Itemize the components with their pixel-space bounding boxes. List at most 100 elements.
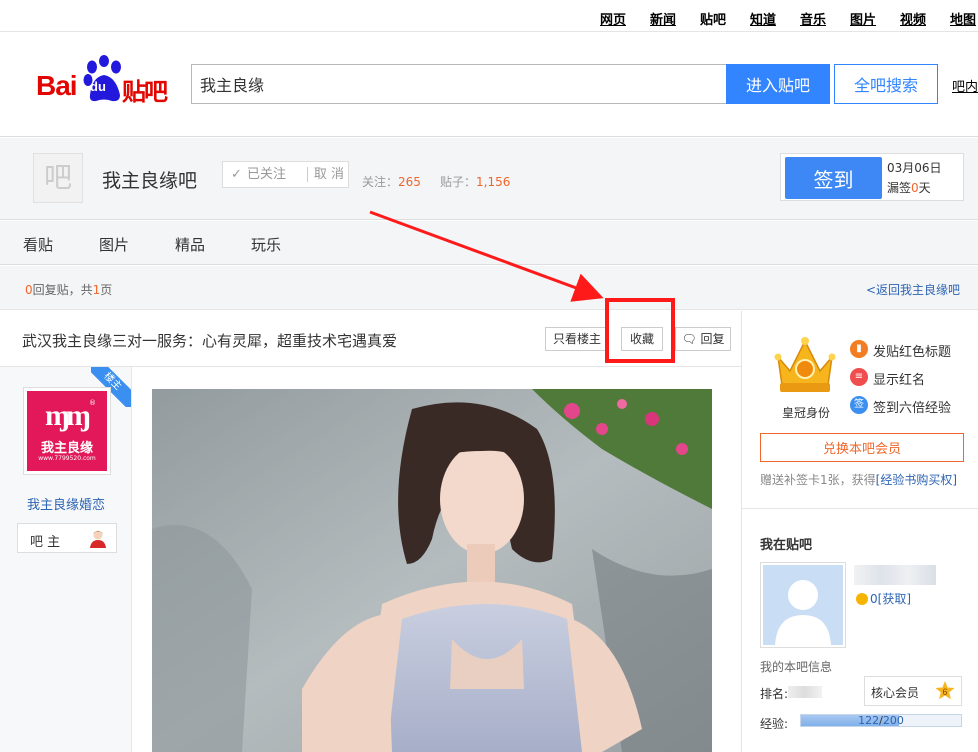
blurred-rank xyxy=(788,686,822,698)
search-all-button[interactable]: 全吧搜索 xyxy=(834,64,938,104)
my-forum-info-label: 我的本吧信息 xyxy=(760,660,833,674)
exp-label: 经验: xyxy=(760,717,789,731)
check-icon: ✓ xyxy=(231,167,242,182)
top-nav: 网页 新闻 贴吧 知道 音乐 图片 视频 地图 xyxy=(0,0,978,32)
nav-tieba[interactable]: 贴吧 xyxy=(700,9,726,28)
nav-zhidao[interactable]: 知道 xyxy=(750,9,776,28)
default-user-icon xyxy=(763,565,843,645)
nav-images[interactable]: 图片 xyxy=(850,9,876,28)
reply-info: 0回复贴，共1页 xyxy=(25,281,112,298)
my-tieba-panel: 我在贴吧 0[获取] 我的本吧信息 排名: 核心会员 6 经验: 122/200 xyxy=(742,510,978,752)
brand-mark-icon: ɱɱ xyxy=(45,399,91,432)
sign-in-button[interactable]: 签到 xyxy=(785,157,882,199)
miss-unit: 天 xyxy=(918,181,931,195)
annotation-highlight-box xyxy=(605,298,675,363)
perk-label: 发贴红色标题 xyxy=(873,345,952,360)
chat-icon: ≡ xyxy=(850,368,868,386)
nav-news[interactable]: 新闻 xyxy=(650,9,676,28)
follow-control: ✓ 已关注 取 消 xyxy=(222,161,349,188)
reply-button[interactable]: 🗨 回复 xyxy=(675,327,731,351)
thread-main: 武汉我主良缘三对一服务：心有灵犀，超重技术宅遇真爱 只看楼主 收藏 🗨 回复 楼… xyxy=(0,311,742,752)
gift-description: 赠送补签卡1张，获得 xyxy=(760,473,876,487)
coin-icon xyxy=(856,593,868,605)
tab-fun[interactable]: 玩乐 xyxy=(251,234,281,255)
post-photo[interactable] xyxy=(152,389,712,752)
nav-music[interactable]: 音乐 xyxy=(800,9,826,28)
exp-total: 200 xyxy=(882,714,904,727)
blurred-username xyxy=(854,565,936,585)
page-unit: 页 xyxy=(100,283,113,297)
perk-label: 显示红名 xyxy=(873,373,926,388)
rank-label: 排名: xyxy=(760,687,789,701)
get-coins-link[interactable]: [获取] xyxy=(878,592,911,606)
right-sidebar: 皇冠身份 ▮ 发贴红色标题 ≡ 显示红名 签 签到六倍经验 兑换本吧会员 赠送补… xyxy=(742,311,978,752)
reply-count: 0 xyxy=(25,283,33,297)
reply-button-label: 回复 xyxy=(700,332,725,346)
miss-count: 0 xyxy=(911,181,919,195)
my-avatar[interactable] xyxy=(760,562,846,648)
follow-count-label: 关注： xyxy=(362,175,399,189)
baidu-tieba-logo[interactable]: Bai du 贴吧 xyxy=(36,55,176,106)
exp-value: 122/200 xyxy=(801,714,961,727)
tab-posts[interactable]: 看贴 xyxy=(23,234,53,255)
sign-icon: 签 xyxy=(850,396,868,414)
forum-header: 吧 我主良缘吧 ✓ 已关注 取 消 关注：265 贴子：1,156 签到 03月… xyxy=(0,138,978,220)
forum-stats: 关注：265 贴子：1,156 xyxy=(362,173,510,190)
photo-image xyxy=(152,389,712,752)
thread-info-bar: 0回复贴，共1页 <返回我主良缘吧 xyxy=(0,266,978,310)
post-count-label: 贴子： xyxy=(440,175,477,189)
level-number: 6 xyxy=(942,687,947,697)
brand-url: www.7799520.com xyxy=(38,455,96,462)
exp-current: 122 xyxy=(858,714,880,727)
registered-icon: ® xyxy=(89,399,96,407)
member-level-badge[interactable]: 核心会员 6 xyxy=(864,676,962,706)
role-label: 吧 主 xyxy=(30,535,61,550)
level-name: 核心会员 xyxy=(871,686,920,700)
forum-tabs: 看贴 图片 精品 玩乐 xyxy=(0,221,978,265)
thread-title: 武汉我主良缘三对一服务：心有灵犀，超重技术宅遇真爱 xyxy=(22,332,398,350)
forum-name[interactable]: 我主良缘吧 xyxy=(102,166,197,193)
author-column: 楼主 ɱɱ ® 我主良缘 www.7799520.com 我主良缘婚恋 吧 主 xyxy=(0,367,132,752)
enter-tieba-button[interactable]: 进入贴吧 xyxy=(726,64,830,104)
missed-sign-count: 漏签0天 xyxy=(887,179,931,196)
tab-featured[interactable]: 精品 xyxy=(175,234,205,255)
sign-date: 03月06日 xyxy=(887,161,942,175)
author-avatar[interactable]: ɱɱ ® 我主良缘 www.7799520.com xyxy=(23,387,111,475)
forum-avatar[interactable]: 吧 xyxy=(33,153,83,203)
nav-video[interactable]: 视频 xyxy=(900,9,926,28)
back-to-forum-link[interactable]: <返回我主良缘吧 xyxy=(866,281,960,298)
follow-count: 265 xyxy=(398,175,421,189)
exp-book-link[interactable]: [经验书购买权] xyxy=(876,473,957,487)
redeem-membership-button[interactable]: 兑换本吧会员 xyxy=(760,433,964,462)
my-tieba-title: 我在贴吧 xyxy=(760,538,813,553)
bookmark-icon: ▮ xyxy=(850,340,868,358)
post-count: 1,156 xyxy=(476,175,511,189)
brand-logo-icon: ɱɱ ® 我主良缘 www.7799520.com xyxy=(27,391,107,471)
nav-web[interactable]: 网页 xyxy=(600,9,626,28)
only-owner-button[interactable]: 只看楼主 xyxy=(545,327,609,351)
logo-bai-text: Bai xyxy=(36,70,78,101)
author-name[interactable]: 我主良缘婚恋 xyxy=(0,494,132,513)
coin-count: 0 xyxy=(870,592,878,606)
nav-map[interactable]: 地图 xyxy=(950,9,976,28)
tab-images[interactable]: 图片 xyxy=(99,234,129,255)
crown-label: 皇冠身份 xyxy=(782,406,831,420)
reply-text: 回复贴，共 xyxy=(32,283,93,297)
tieba-coins: 0[获取] xyxy=(856,590,911,607)
level-star-icon: 6 xyxy=(935,681,955,700)
crown-icon[interactable] xyxy=(772,333,838,397)
logo-tieba-text: 贴吧 xyxy=(122,78,168,106)
followed-label: 已关注 xyxy=(247,167,287,182)
unfollow-button[interactable]: 取 消 xyxy=(308,162,350,187)
sign-in-panel: 签到 03月06日 漏签0天 xyxy=(780,153,964,201)
author-role: 吧 主 xyxy=(17,523,117,553)
header: Bai du 贴吧 进入贴吧 全吧搜索 吧内 xyxy=(0,33,978,137)
logo-du-text: du xyxy=(90,79,106,94)
exp-progress-bar: 122/200 xyxy=(800,714,962,727)
brand-name: 我主良缘 xyxy=(40,441,93,456)
comment-icon: 🗨 xyxy=(681,332,697,346)
search-input[interactable] xyxy=(191,64,727,104)
vip-panel: 皇冠身份 ▮ 发贴红色标题 ≡ 显示红名 签 签到六倍经验 兑换本吧会员 赠送补… xyxy=(742,311,978,509)
search-in-forum-link[interactable]: 吧内 xyxy=(952,76,978,95)
gift-text: 赠送补签卡1张，获得[经验书购买权] xyxy=(760,471,957,488)
